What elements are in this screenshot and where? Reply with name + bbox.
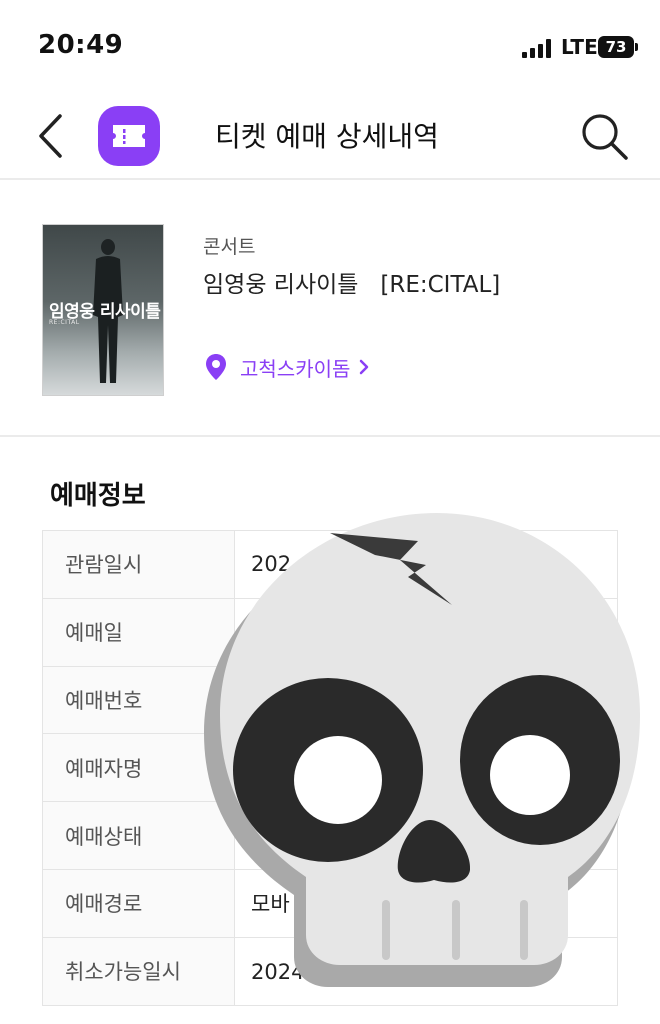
back-button[interactable] (30, 108, 80, 164)
event-poster[interactable]: 임영웅 리사이틀 RE:CITAL (42, 224, 164, 396)
signal-icon (522, 38, 552, 58)
status-bar: 20:49 LTE 73 (0, 0, 660, 90)
search-button[interactable] (576, 108, 632, 164)
page-title: 티켓 예매 상세내역 (215, 120, 439, 153)
ticket-icon (113, 125, 145, 147)
battery-level: 73 (598, 36, 634, 58)
skull-emoji-icon (204, 513, 640, 987)
venue-name: 고척스카이돔 (240, 356, 351, 381)
status-time: 20:49 (38, 30, 124, 60)
venue-link[interactable]: 고척스카이돔 (204, 352, 370, 382)
event-summary: 임영웅 리사이틀 RE:CITAL 콘서트 임영웅 리사이틀 [RE:CITAL… (0, 182, 660, 437)
battery-icon: 73 (598, 36, 638, 58)
location-pin-icon (206, 354, 226, 380)
chevron-right-icon (360, 359, 369, 375)
booking-info-title: 예매정보 (50, 481, 146, 511)
poster-subtitle: RE:CITAL (49, 319, 80, 326)
search-icon (582, 114, 628, 160)
chevron-left-icon (39, 114, 62, 158)
app-header: 티켓 예매 상세내역 (0, 90, 660, 180)
network-type: LTE (561, 35, 598, 59)
event-category: 콘서트 (203, 236, 256, 258)
app-logo[interactable] (98, 106, 160, 166)
event-name: 임영웅 리사이틀 [RE:CITAL] (203, 272, 501, 298)
